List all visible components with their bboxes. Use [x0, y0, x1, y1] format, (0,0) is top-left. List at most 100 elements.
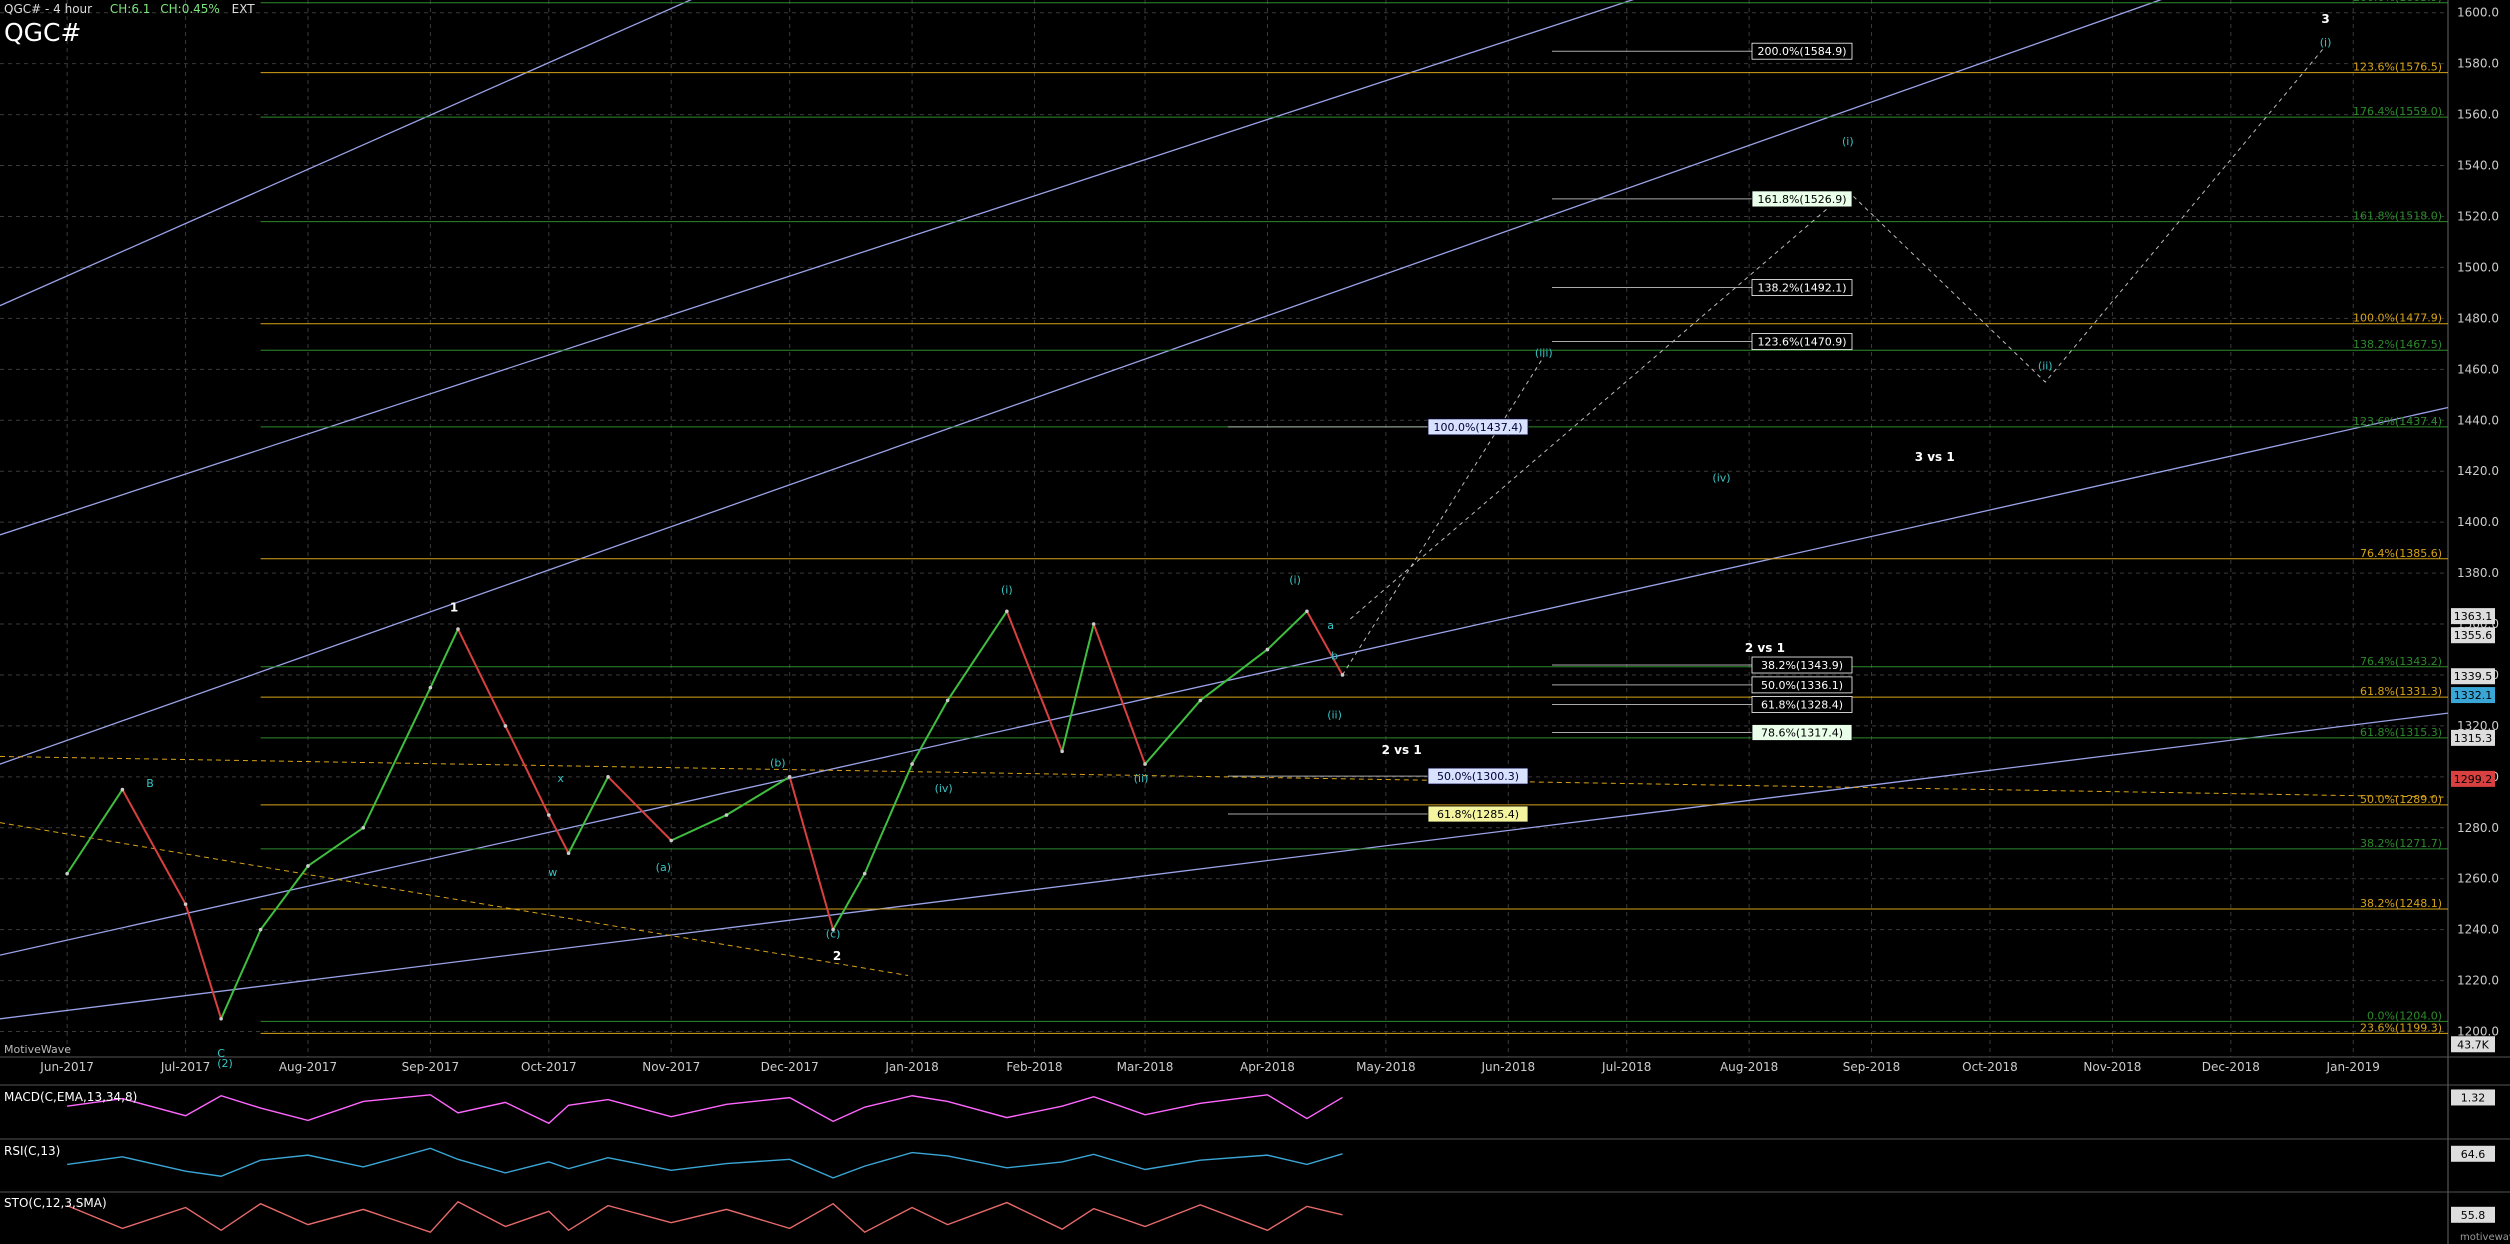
x-tick-label: Oct-2018	[1962, 1060, 2018, 1074]
price-point	[1005, 609, 1009, 614]
x-tick-label: Sep-2018	[1843, 1060, 1901, 1074]
fib-label: 123.6%(1437.4)	[2353, 415, 2442, 428]
fib-label: 61.8%(1331.3)	[2360, 685, 2442, 698]
target-label: 61.8%(1328.4)	[1761, 698, 1843, 711]
fib-label: 123.6%(1576.5)	[2353, 61, 2442, 74]
channel-line	[0, 0, 693, 307]
wave-label: 3 vs 1	[1915, 450, 1955, 464]
y-tick-label: 1380.0	[2457, 566, 2499, 580]
price-segment	[788, 776, 835, 930]
price-point	[1198, 698, 1203, 703]
price-point	[183, 902, 188, 906]
session-label: EXT	[231, 2, 255, 16]
price-point	[65, 871, 69, 876]
target-label: 200.0%(1584.9)	[1757, 45, 1846, 58]
target-label: 38.2%(1343.9)	[1761, 659, 1843, 672]
price-segment	[259, 865, 309, 931]
price-tag-label: 1315.3	[2454, 732, 2493, 745]
chart-title: QGC# - 4 hour	[4, 2, 93, 16]
price-segment	[1266, 610, 1308, 651]
wave-label: 2	[833, 949, 841, 963]
fib-label: 38.2%(1248.1)	[2360, 897, 2442, 910]
projection-path	[1350, 45, 2326, 620]
wave-label: (iii)	[1535, 347, 1553, 360]
support-trendline	[0, 822, 909, 976]
x-tick-label: Jan-2019	[2326, 1060, 2380, 1074]
wave-label: (a)	[656, 861, 671, 874]
fib-label: 176.4%(1559.0)	[2353, 105, 2442, 118]
fib-label: 38.2%(1271.7)	[2360, 837, 2442, 850]
y-tick-label: 1260.0	[2457, 872, 2499, 886]
x-tick-label: Sep-2017	[402, 1060, 460, 1074]
price-segment	[184, 903, 223, 1020]
wave-label: (i)	[1842, 135, 1854, 148]
price-point	[1143, 762, 1147, 766]
chart-canvas[interactable]: Jun-2017 Jul-2017 Aug-2017 Sep-2017 Oct-2017…	[0, 0, 2510, 1244]
price-segment	[1144, 699, 1202, 765]
fib-label: 23.6%(1199.3)	[2360, 1021, 2442, 1034]
rsi-label: RSI(C,13)	[4, 1144, 61, 1158]
fib-label: 61.8%(1315.3)	[2360, 726, 2442, 739]
y-tick-label: 1220.0	[2457, 974, 2499, 988]
chart-header: QGC# - 4 hour CH:6.1 CH:0.45% EXT QGC#	[4, 2, 255, 47]
price-point	[566, 851, 571, 856]
channel-line	[0, 712, 2449, 1020]
y-tick-label: 1600.0	[2457, 6, 2499, 20]
projection-path	[1342, 356, 1545, 676]
price-tag-label: 1332.1	[2454, 689, 2493, 702]
price-segment	[567, 776, 609, 854]
wave-label: (iv)	[1712, 471, 1730, 484]
target-label: 78.6%(1317.4)	[1761, 727, 1843, 740]
y-tick-label: 1480.0	[2457, 311, 2499, 325]
wave-label: 2 vs 1	[1745, 641, 1785, 655]
wave-label: (iv)	[935, 782, 953, 795]
x-tick-label: Oct-2017	[521, 1060, 577, 1074]
price-point	[669, 838, 674, 843]
stoch-value: 55.8	[2461, 1209, 2486, 1222]
price-segment	[429, 628, 459, 689]
y-tick-label: 1460.0	[2457, 362, 2499, 376]
price-segment	[66, 789, 124, 875]
wave-label: (c)	[826, 927, 841, 940]
wave-label: (ii)	[1327, 708, 1342, 721]
price-segment	[504, 725, 550, 816]
price-point	[428, 685, 433, 690]
x-tick-label: Apr-2018	[1240, 1060, 1295, 1074]
x-tick-label: Nov-2017	[642, 1060, 700, 1074]
price-segment	[121, 789, 187, 905]
target-label: 61.8%(1285.4)	[1437, 808, 1519, 821]
fib-label: 200.0%(1603.9)	[2353, 0, 2442, 4]
price-segment	[307, 826, 364, 867]
y-tick-label: 1280.0	[2457, 821, 2499, 835]
price-point	[1305, 609, 1309, 614]
wave-label: (2)	[217, 1057, 233, 1070]
price-point	[1340, 673, 1345, 677]
y-tick-label: 1500.0	[2457, 260, 2499, 274]
y-tick-label: 1240.0	[2457, 923, 2499, 937]
fib-label: 0.0%(1204.0)	[2367, 1009, 2442, 1022]
wave-label: (i)	[2320, 36, 2332, 49]
price-point	[945, 698, 950, 703]
price-point	[361, 825, 366, 830]
watermark-label: motivewave.com	[2460, 1232, 2510, 1243]
wave-label: a	[1327, 619, 1334, 632]
y-tick-label: 1440.0	[2457, 413, 2499, 427]
price-segment	[1306, 610, 1344, 676]
price-tag-label: 1299.2	[2454, 773, 2493, 786]
price-tag-label: 43.7K	[2457, 1038, 2489, 1051]
price-tag-label: 1355.6	[2454, 629, 2493, 642]
fib-label: 76.4%(1343.2)	[2360, 655, 2442, 668]
price-segment	[832, 873, 866, 931]
price-point	[862, 871, 867, 876]
price-point	[1091, 622, 1096, 626]
x-tick-label: Jul-2018	[1601, 1060, 1651, 1074]
price-point	[503, 724, 508, 728]
y-tick-label: 1420.0	[2457, 464, 2499, 478]
y-tick-label: 1540.0	[2457, 159, 2499, 173]
price-point	[606, 775, 610, 779]
price-point	[1060, 749, 1064, 754]
wave-label: 1	[450, 600, 458, 614]
macd-line	[67, 1094, 1343, 1125]
price-segment	[725, 775, 791, 816]
price-segment	[362, 687, 432, 829]
